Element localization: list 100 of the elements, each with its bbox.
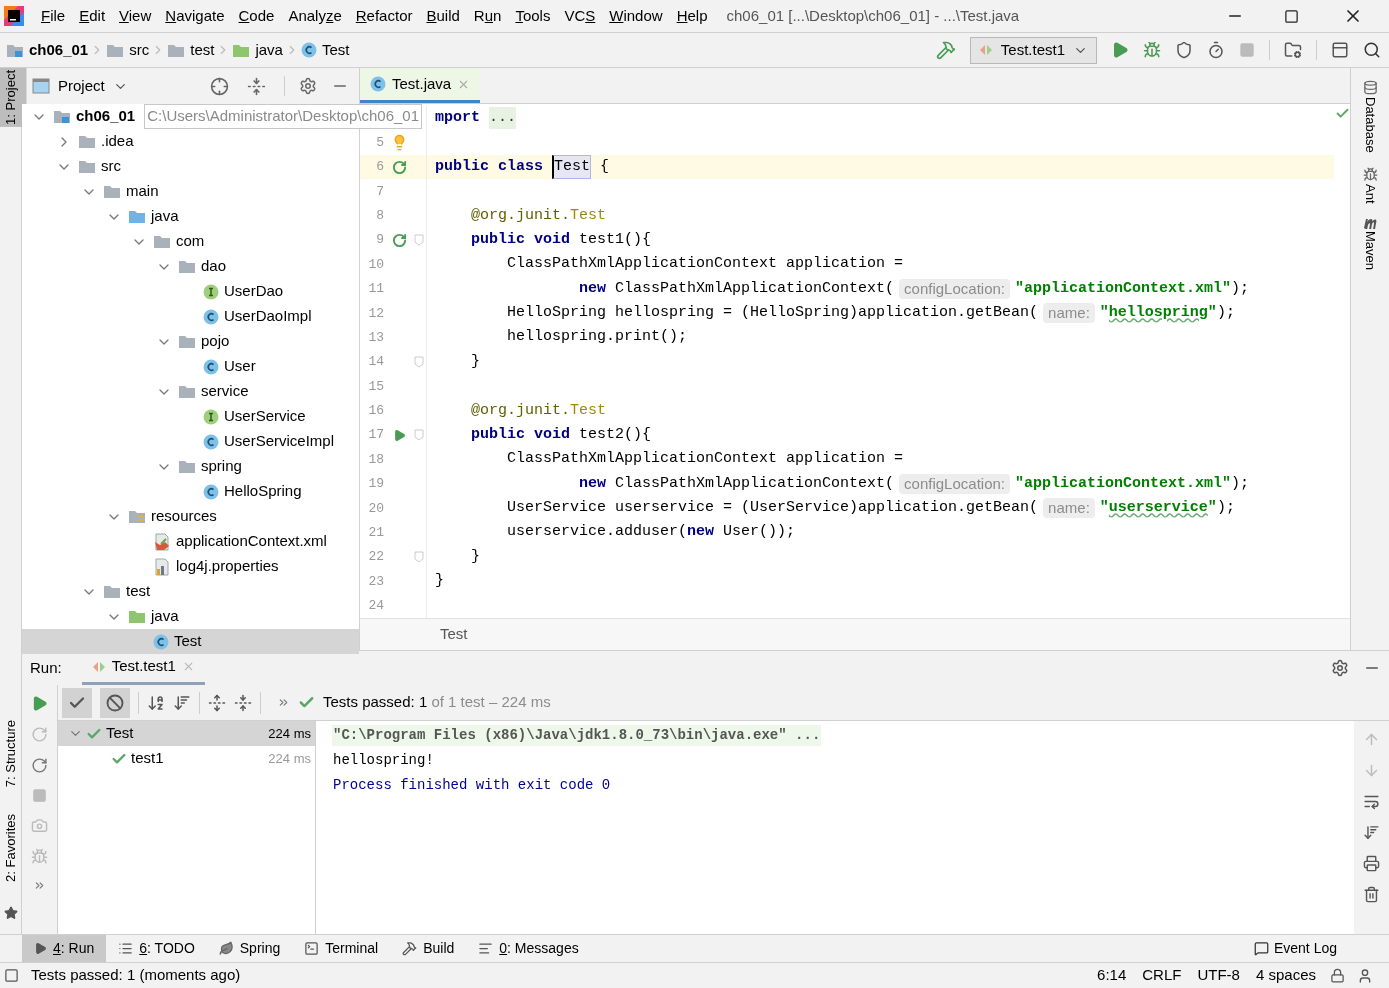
search-icon[interactable] [1363, 41, 1381, 59]
tree-row[interactable]: dao [22, 254, 359, 279]
settings-icon[interactable] [299, 77, 317, 95]
scroll-to-end-icon[interactable] [1363, 824, 1380, 841]
window-icon[interactable] [1331, 41, 1349, 59]
tree-row[interactable]: spring [22, 454, 359, 479]
run-config-dropdown[interactable]: Test.test1 [969, 36, 1097, 64]
maximize-icon[interactable] [1284, 8, 1299, 24]
tree-row[interactable]: test [22, 579, 359, 604]
editor-breadcrumb[interactable]: Test [360, 618, 1350, 650]
run-icon[interactable] [392, 428, 406, 442]
toggle-autotest-icon[interactable] [31, 757, 48, 774]
menu-item[interactable]: Build [419, 4, 467, 28]
tool-window-tab[interactable]: 1: Project [0, 68, 27, 127]
more-icon[interactable] [277, 696, 290, 709]
rerun-icon[interactable] [391, 232, 407, 248]
tree-row[interactable]: src [22, 154, 359, 179]
tree-row[interactable]: java [22, 604, 359, 629]
folder-icon [232, 42, 251, 58]
status-item[interactable]: CRLF [1140, 964, 1184, 987]
event-log-button[interactable]: Event Log [1273, 938, 1337, 959]
tree-row[interactable]: applicationContext.xml [22, 529, 359, 554]
menu-item[interactable]: Navigate [158, 4, 232, 28]
menu-item[interactable]: Tools [508, 4, 558, 28]
breadcrumb[interactable]: src [106, 38, 150, 62]
tool-window-button[interactable]: 4: Run [22, 935, 107, 962]
coverage-icon[interactable] [1175, 41, 1193, 59]
sort-alpha-icon[interactable] [147, 693, 165, 712]
expand-all-icon[interactable] [208, 693, 226, 712]
status-item[interactable]: 6:14 [1095, 964, 1129, 987]
tool-window-tab[interactable]: Database [1360, 97, 1380, 153]
tree-row[interactable]: log4j.properties [22, 554, 359, 579]
tree-row[interactable]: pojo [22, 329, 359, 354]
panel-title[interactable]: Project [58, 74, 105, 98]
test-row[interactable]: Test 224 ms [58, 721, 315, 746]
tree-row[interactable]: UserService [22, 404, 359, 429]
breadcrumb[interactable]: Test [300, 38, 350, 62]
run-icon[interactable] [31, 695, 48, 712]
tree-row[interactable]: UserDaoImpl [22, 304, 359, 329]
menu-item[interactable]: File [34, 4, 73, 28]
sort-duration-icon[interactable] [173, 693, 191, 712]
menu-item[interactable]: Window [602, 4, 670, 28]
inspector-icon[interactable] [1357, 967, 1373, 984]
tool-window-button[interactable]: Terminal [292, 935, 391, 962]
settings-icon[interactable] [1331, 659, 1349, 677]
tool-window-tab[interactable]: Maven [1360, 231, 1380, 271]
panel-toggle-icon[interactable] [4, 968, 19, 983]
tree-row[interactable]: main [22, 179, 359, 204]
collapse-all-icon[interactable] [234, 693, 252, 712]
tool-window-button[interactable]: 6: TODO [106, 935, 207, 962]
menu-item[interactable]: Analyze [281, 4, 349, 28]
tool-window-tab[interactable]: 2: Favorites [0, 811, 27, 884]
breadcrumb[interactable]: test [167, 38, 215, 62]
tree-row[interactable]: UserDao [22, 279, 359, 304]
menu-item[interactable]: Edit [72, 4, 113, 28]
status-item[interactable]: 4 spaces [1253, 964, 1318, 987]
tool-window-button[interactable]: Spring [206, 935, 293, 962]
hammer-icon[interactable] [935, 40, 956, 60]
tree-row[interactable]: resources [22, 504, 359, 529]
collapse-icon[interactable] [247, 76, 266, 96]
run-icon[interactable] [1111, 41, 1129, 59]
filter-toggle[interactable] [100, 687, 130, 718]
locate-icon[interactable] [210, 76, 229, 96]
menu-item[interactable]: Run [466, 4, 509, 28]
tool-window-button[interactable]: 0: Messages [466, 935, 591, 962]
tree-row[interactable]: User [22, 354, 359, 379]
tool-window-tab[interactable]: Ant [1360, 183, 1380, 204]
menu-item[interactable]: View [112, 4, 159, 28]
rerun-icon[interactable] [391, 159, 407, 175]
test-row[interactable]: test1 224 ms [58, 746, 315, 771]
tool-window-tab[interactable]: 7: Structure [0, 717, 27, 790]
console-line: Process finished with exit code 0 [332, 776, 612, 795]
debug-icon[interactable] [1143, 41, 1161, 59]
breadcrumb[interactable]: ch06_01 [6, 38, 89, 62]
lock-icon[interactable] [1330, 968, 1345, 983]
menu-item[interactable]: Refactor [348, 4, 420, 28]
trash-icon[interactable] [1363, 886, 1380, 903]
filter-toggle[interactable] [62, 687, 92, 718]
tree-row[interactable]: java [22, 204, 359, 229]
project-structure-icon[interactable] [1284, 41, 1302, 59]
menu-item[interactable]: Code [231, 4, 282, 28]
more-icon[interactable] [33, 879, 46, 892]
menu-item[interactable]: VCS [557, 4, 603, 28]
tree-row[interactable]: com [22, 229, 359, 254]
tree-row[interactable]: Test [22, 629, 359, 654]
status-item[interactable]: UTF-8 [1195, 964, 1242, 987]
soft-wrap-icon[interactable] [1363, 793, 1380, 810]
editor-tab[interactable]: Test.java [360, 68, 481, 103]
terminal-icon [304, 941, 320, 956]
menu-item[interactable]: Help [669, 4, 715, 28]
print-icon[interactable] [1363, 855, 1380, 872]
breadcrumb[interactable]: java [232, 38, 283, 62]
run-tab[interactable]: Test.test1 [81, 651, 205, 685]
profile-icon[interactable] [1207, 41, 1225, 59]
tree-row[interactable]: .idea [22, 129, 359, 154]
tree-row[interactable]: HelloSpring [22, 479, 359, 504]
tree-row[interactable]: UserServiceImpl [22, 429, 359, 454]
tool-window-button[interactable]: Build [390, 935, 467, 962]
tree-row[interactable]: service [22, 379, 359, 404]
path-tooltip: C:\Users\Administrator\Desktop\ch06_01 [144, 104, 422, 129]
